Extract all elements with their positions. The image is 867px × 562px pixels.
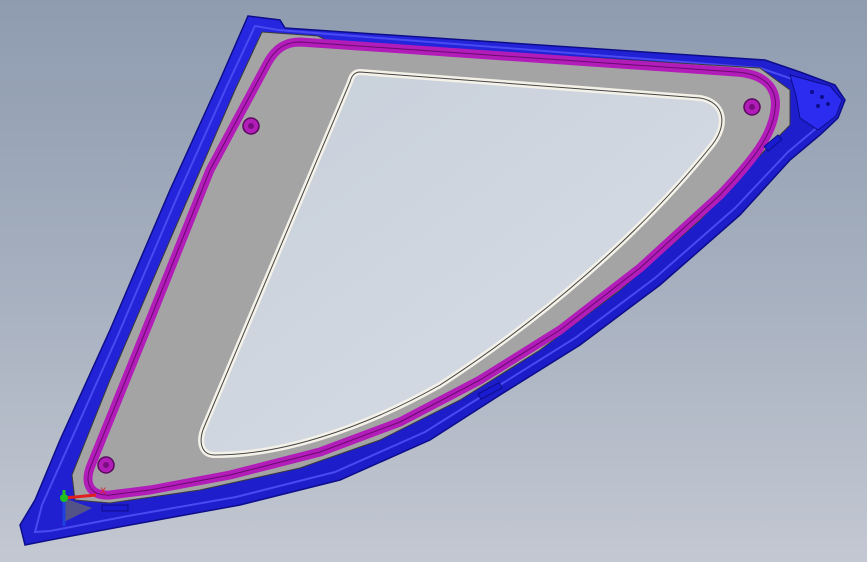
nose-hole [810,90,814,94]
fastener-top-left[interactable] [242,117,260,135]
model-graphics[interactable]: X [0,0,867,562]
fastener-top-right[interactable] [743,98,761,116]
frame-clip [101,504,129,512]
fastener-bottom-left[interactable] [97,456,115,474]
x-axis-label: X [100,487,106,497]
nose-hole [826,102,830,106]
cad-viewport[interactable]: X [0,0,867,562]
nose-hole [820,95,824,99]
nose-hole [816,104,820,108]
